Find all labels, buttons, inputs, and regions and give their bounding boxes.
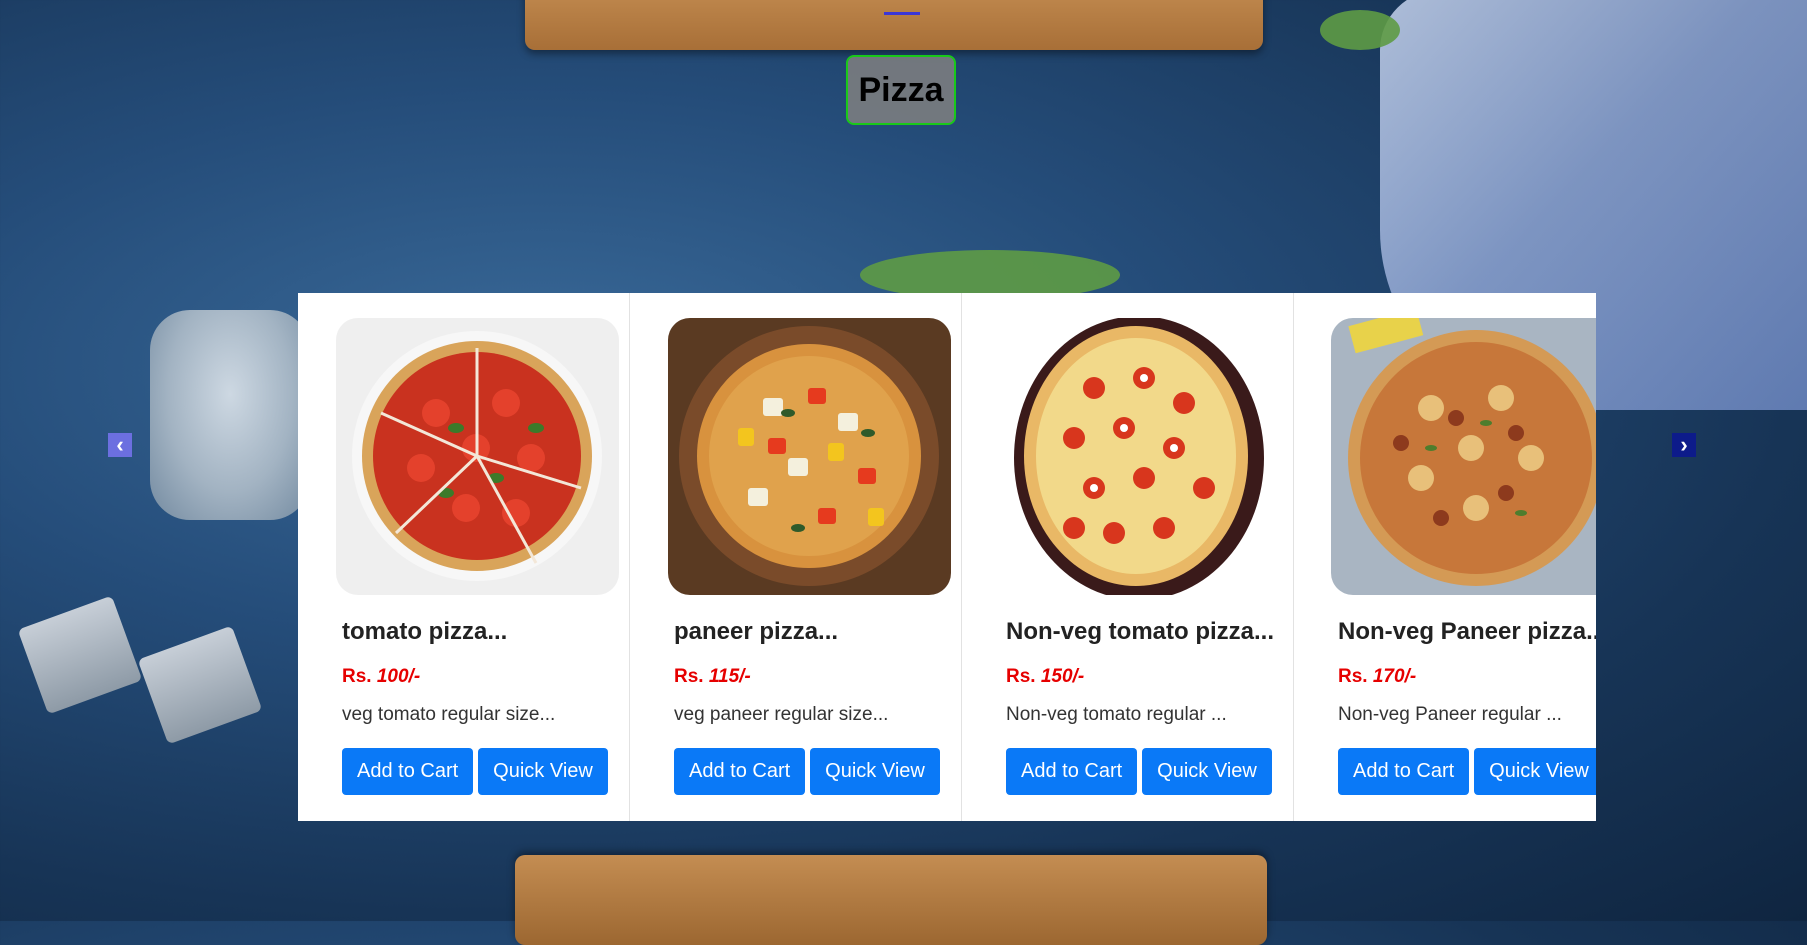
product-description: veg tomato regular size...: [342, 704, 556, 725]
product-price: Rs. 115/-: [674, 666, 751, 688]
background-glass: [150, 310, 310, 520]
product-description: veg paneer regular size...: [674, 704, 889, 725]
slide-indicator[interactable]: [884, 12, 920, 15]
price-currency: Rs.: [674, 666, 704, 687]
product-price: Rs. 150/-: [1006, 666, 1084, 688]
price-amount: 170/-: [1372, 666, 1417, 687]
pizza-image: [1004, 318, 1287, 595]
quick-view-button[interactable]: Quick View: [1474, 748, 1596, 795]
price-currency: Rs.: [1006, 666, 1036, 687]
chevron-right-icon: ›: [1680, 432, 1688, 457]
pizza-image: [668, 318, 951, 595]
background-board-bottom: [515, 855, 1267, 945]
product-card: tomato pizza... Rs. 100/- veg tomato reg…: [298, 293, 630, 821]
product-card: Non-veg Paneer pizza... Rs. 170/- Non-ve…: [1294, 293, 1596, 821]
product-name[interactable]: Non-veg Paneer pizza...: [1338, 618, 1596, 646]
price-amount: 150/-: [1040, 666, 1085, 687]
carousel-prev-button[interactable]: ‹: [108, 432, 132, 457]
product-image[interactable]: [1004, 318, 1287, 595]
add-to-cart-button[interactable]: Add to Cart: [342, 748, 474, 795]
price-amount: 100/-: [376, 666, 421, 687]
chevron-left-icon: ‹: [116, 432, 124, 457]
carousel-next-button[interactable]: ›: [1672, 432, 1696, 457]
product-price: Rs. 100/-: [342, 666, 420, 688]
pizza-image: [1331, 318, 1596, 595]
product-card: paneer pizza... Rs. 115/- veg paneer reg…: [630, 293, 962, 821]
product-name[interactable]: Non-veg tomato pizza...: [1006, 618, 1274, 646]
quick-view-button[interactable]: Quick View: [478, 748, 608, 795]
background-herb: [1320, 10, 1400, 50]
price-currency: Rs.: [1338, 666, 1368, 687]
product-image[interactable]: [668, 318, 951, 595]
background-board-top: [525, 0, 1263, 50]
product-image[interactable]: [336, 318, 619, 595]
background-packet: [17, 595, 143, 715]
add-to-cart-button[interactable]: Add to Cart: [1338, 748, 1470, 795]
price-amount: 115/-: [708, 666, 751, 687]
product-name[interactable]: tomato pizza...: [342, 618, 507, 646]
product-description: Non-veg tomato regular ...: [1006, 704, 1227, 725]
price-currency: Rs.: [342, 666, 372, 687]
product-image[interactable]: [1331, 318, 1596, 595]
background-packet: [137, 625, 263, 745]
product-description: Non-veg Paneer regular ...: [1338, 704, 1562, 725]
product-carousel: tomato pizza... Rs. 100/- veg tomato reg…: [298, 293, 1596, 821]
pizza-image: [336, 318, 619, 595]
product-price: Rs. 170/-: [1338, 666, 1416, 688]
add-to-cart-button[interactable]: Add to Cart: [674, 748, 806, 795]
category-title: Pizza: [846, 55, 956, 125]
product-card: Non-veg tomato pizza... Rs. 150/- Non-ve…: [962, 293, 1294, 821]
product-name[interactable]: paneer pizza...: [674, 618, 838, 646]
quick-view-button[interactable]: Quick View: [1142, 748, 1272, 795]
quick-view-button[interactable]: Quick View: [810, 748, 940, 795]
add-to-cart-button[interactable]: Add to Cart: [1006, 748, 1138, 795]
